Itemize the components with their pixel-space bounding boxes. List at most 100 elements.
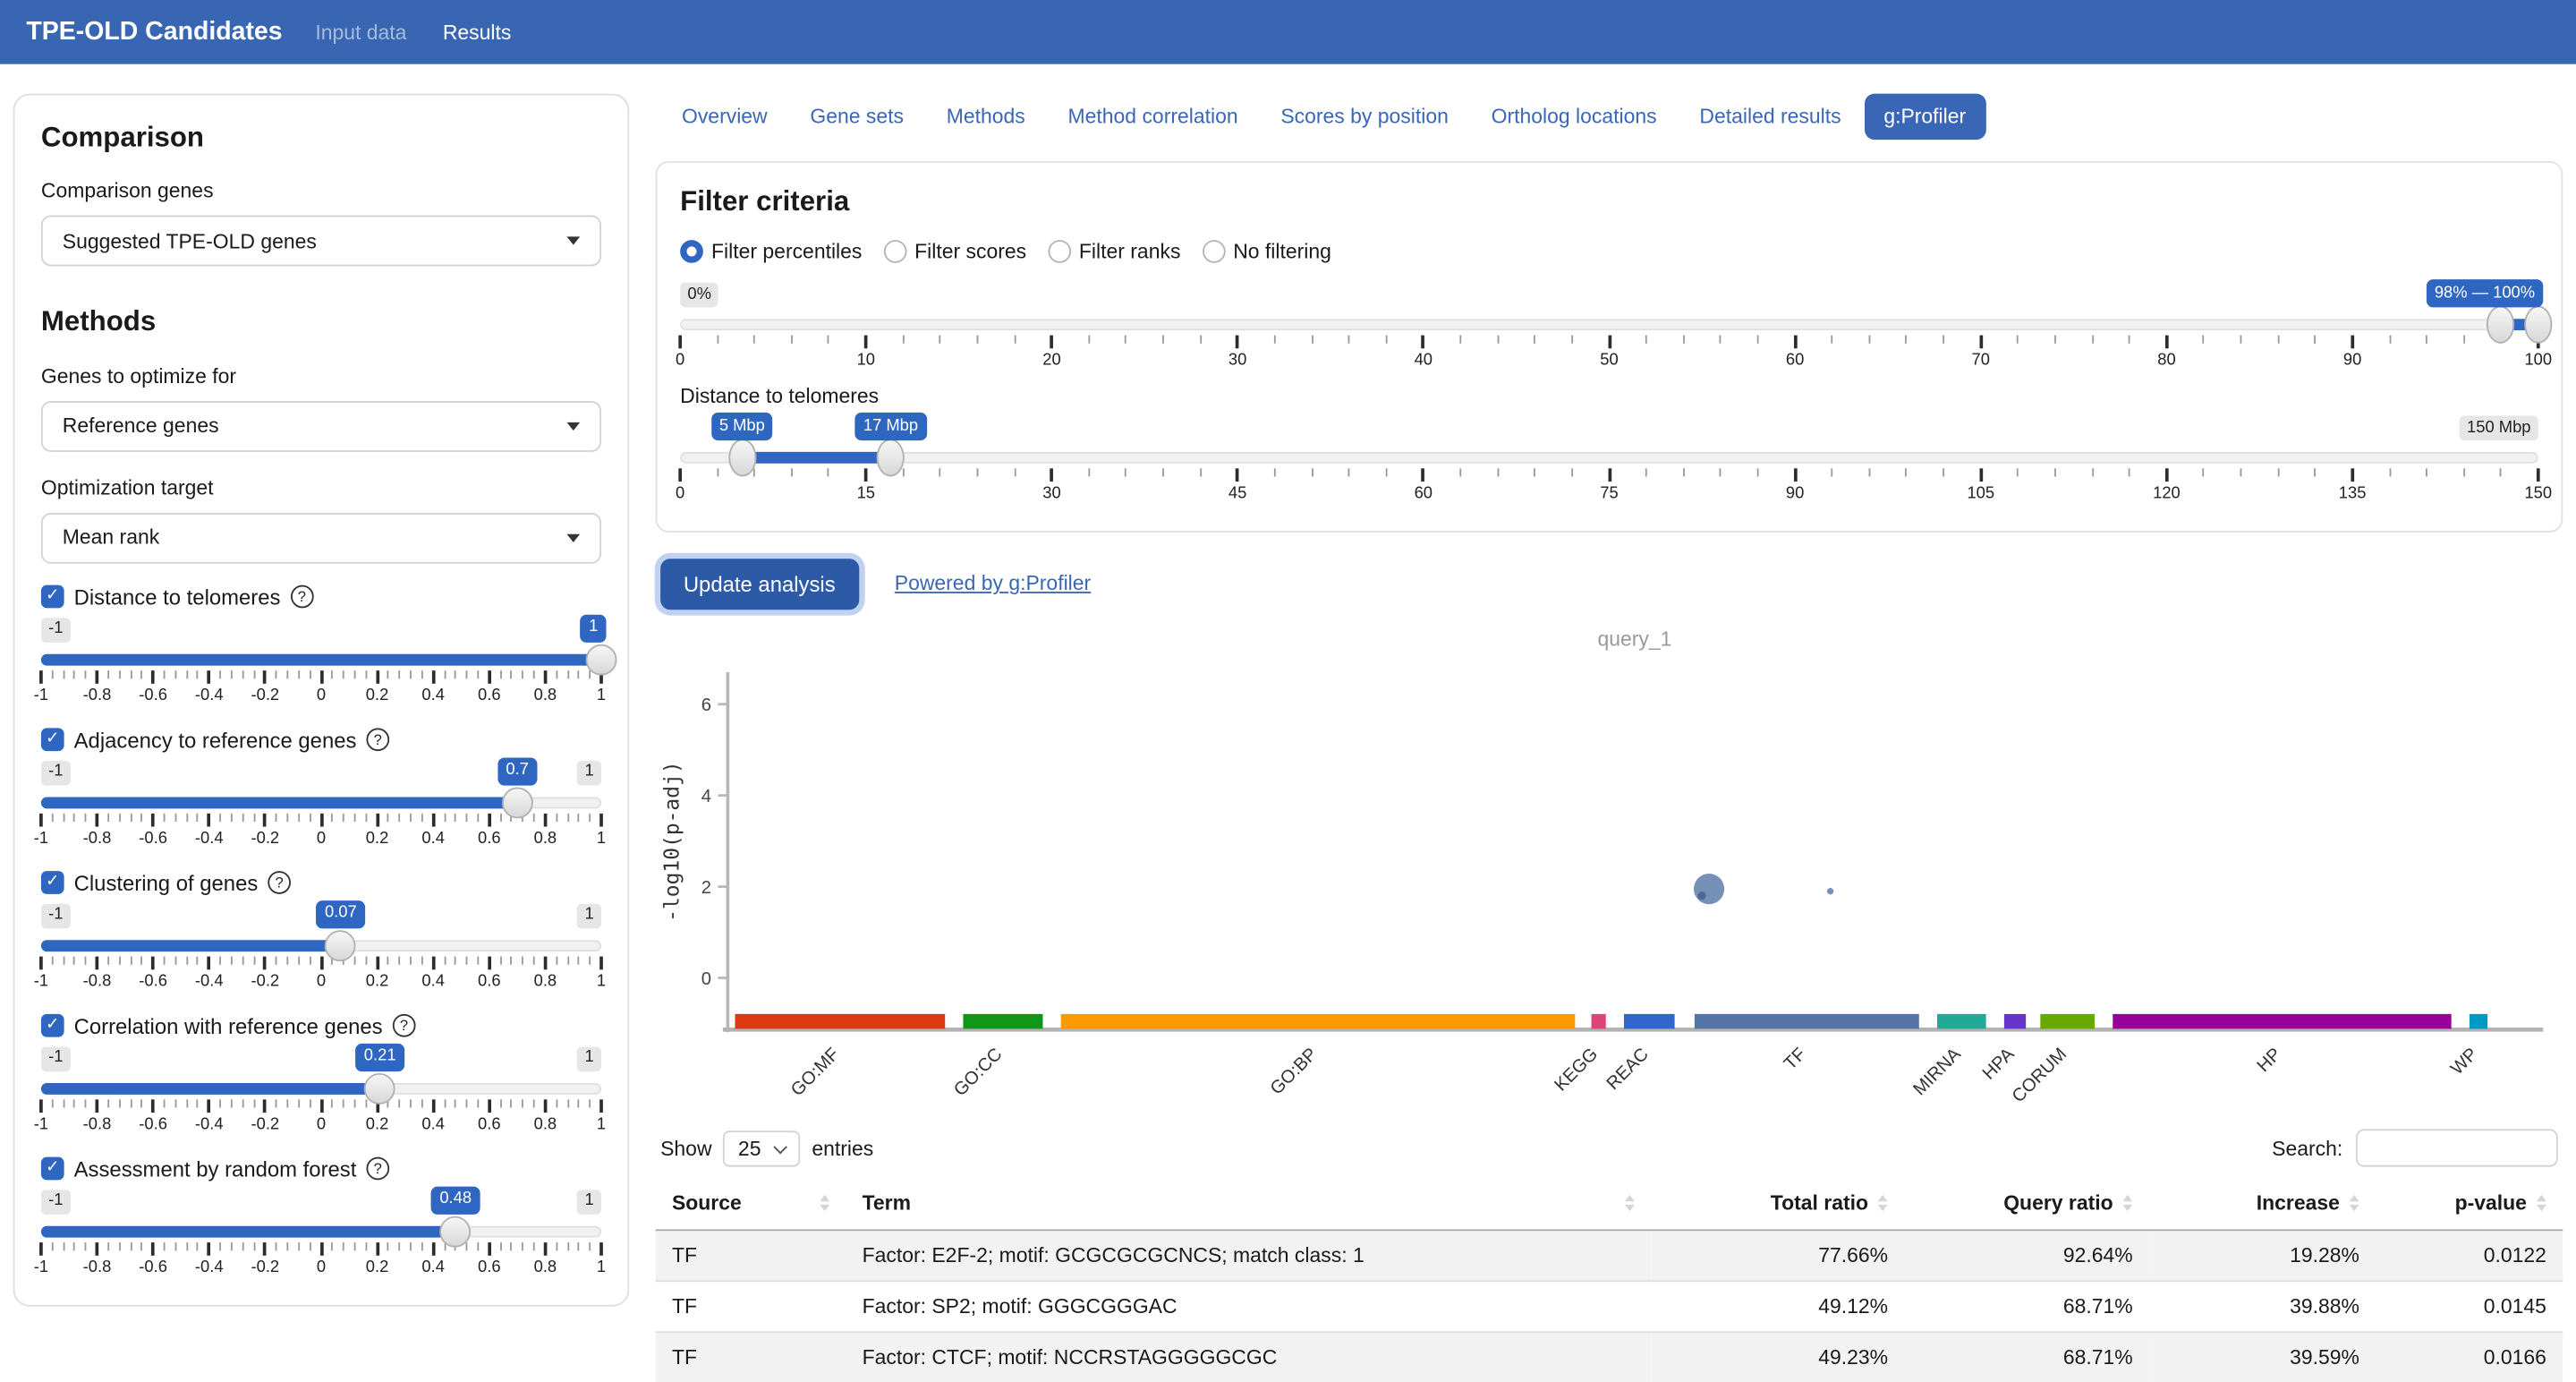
slider-track[interactable] (41, 1083, 601, 1095)
method-weight-slider[interactable]: -110.48-1-0.8-0.6-0.4-0.200.20.40.60.81 (41, 1186, 601, 1278)
help-icon[interactable]: ? (366, 729, 389, 752)
percentile-range-slider[interactable]: 0%98% — 100%0102030405060708090100 (680, 279, 2538, 371)
method-correlation-with-reference-genes: ✓Correlation with reference genes? -110.2… (41, 1013, 601, 1135)
radio-no-filtering[interactable]: No filtering (1202, 240, 1331, 263)
slider-tick-labels: -1-0.8-0.6-0.4-0.200.20.40.60.81 (41, 688, 601, 706)
tab-g-profiler[interactable]: g:Profiler (1864, 94, 1985, 140)
radio-icon (1048, 240, 1071, 263)
tick-label: 150 (2524, 486, 2552, 502)
target-select[interactable]: Mean rank (41, 512, 601, 563)
slider-handle[interactable] (502, 787, 533, 818)
sort-arrows-icon (1625, 1195, 1635, 1210)
tab-gene-sets[interactable]: Gene sets (790, 94, 923, 140)
powered-by-gprofiler-link[interactable]: Powered by g:Profiler (895, 572, 1091, 595)
method-weight-slider[interactable]: -11-1-0.8-0.6-0.4-0.200.20.40.60.81 (41, 614, 601, 706)
tab-method-correlation[interactable]: Method correlation (1048, 94, 1257, 140)
tab-overview[interactable]: Overview (662, 94, 787, 140)
gprofiler-manhattan-plot: query_1-log10(p-adj)0246GO:MFGO:CCGO:BPK… (656, 618, 2563, 1111)
slider-handle[interactable] (877, 439, 905, 476)
slider-handle[interactable] (2524, 306, 2552, 344)
radio-icon (1202, 240, 1225, 263)
slider-handle[interactable] (325, 930, 356, 961)
radio-filter-percentiles[interactable]: Filter percentiles (680, 240, 862, 263)
slider-handle[interactable] (586, 644, 617, 675)
slider-ticks (41, 1099, 601, 1114)
radio-filter-ranks[interactable]: Filter ranks (1048, 240, 1180, 263)
update-analysis-button[interactable]: Update analysis (660, 558, 858, 609)
method-checkbox-row[interactable]: ✓Assessment by random forest? (41, 1156, 601, 1182)
tick-label: 1 (597, 1117, 606, 1133)
slider-track[interactable] (41, 1225, 601, 1237)
column-header-query-ratio[interactable]: Query ratio (1904, 1182, 2149, 1230)
tab-methods[interactable]: Methods (927, 94, 1045, 140)
help-icon[interactable]: ? (291, 585, 314, 609)
column-header-increase[interactable]: Increase (2149, 1182, 2376, 1230)
svg-text:query_1: query_1 (1597, 627, 1671, 651)
column-header-p-value[interactable]: p-value (2376, 1182, 2563, 1230)
table-cell-source: TF (656, 1332, 846, 1382)
radio-filter-scores[interactable]: Filter scores (883, 240, 1026, 263)
sidebar: Comparison Comparison genes Suggested TP… (13, 94, 630, 1307)
slider-handle[interactable] (364, 1073, 395, 1105)
slider-handle[interactable] (728, 439, 756, 476)
sort-arrows-icon (820, 1195, 829, 1210)
column-header-total-ratio[interactable]: Total ratio (1652, 1182, 1905, 1230)
tick-label: 0 (317, 688, 326, 704)
tick-label: 0 (676, 486, 684, 502)
tick-label: 1 (597, 832, 606, 848)
comparison-genes-select[interactable]: Suggested TPE-OLD genes (41, 216, 601, 267)
slider-track[interactable] (41, 653, 601, 665)
tick-label: 0.8 (534, 974, 557, 990)
method-weight-slider[interactable]: -110.7-1-0.8-0.6-0.4-0.200.20.40.60.81 (41, 757, 601, 849)
method-checkbox-row[interactable]: ✓ Adjacency to reference genes? (41, 728, 601, 753)
svg-text:0: 0 (701, 969, 711, 989)
slider-handle[interactable] (2487, 306, 2515, 344)
nav-item-results[interactable]: Results (443, 21, 512, 44)
slider-max-badge: 1 (577, 761, 601, 786)
svg-text:CORUM: CORUM (2009, 1045, 2070, 1106)
checkbox-checked-icon[interactable]: ✓ (41, 1014, 64, 1037)
tick-label: 105 (1967, 486, 1994, 502)
table-cell-query-ratio: 92.64% (1904, 1230, 2149, 1281)
slider-track[interactable] (680, 452, 2538, 464)
help-icon[interactable]: ? (393, 1014, 416, 1037)
tick-label: 80 (2157, 354, 2175, 370)
slider-max-badge: 150 Mbp (2460, 416, 2538, 441)
slider-handle[interactable] (440, 1216, 472, 1247)
method-checkbox-row[interactable]: ✓Distance to telomeres? (41, 584, 601, 610)
slider-ticks (680, 468, 2538, 483)
slider-fill (41, 1225, 455, 1237)
tick-label: -0.8 (83, 974, 112, 990)
tab-detailed-results[interactable]: Detailed results (1679, 94, 1860, 140)
tick-label: -0.4 (195, 1117, 224, 1133)
column-header-source[interactable]: Source (656, 1182, 846, 1230)
slider-tick-labels: 0102030405060708090100 (680, 354, 2538, 371)
slider-track[interactable] (41, 940, 601, 951)
column-header-term[interactable]: Term (846, 1182, 1651, 1230)
slider-track[interactable] (680, 319, 2538, 330)
tick-label: 10 (857, 354, 875, 370)
method-checkbox-row[interactable]: ✓Correlation with reference genes? (41, 1013, 601, 1038)
radio-label: Filter ranks (1079, 240, 1181, 263)
checkbox-checked-icon[interactable]: ✓ (41, 872, 64, 895)
help-icon[interactable]: ? (366, 1157, 389, 1181)
tab-scores-by-position[interactable]: Scores by position (1261, 94, 1468, 140)
app-title: TPE-OLD Candidates (26, 17, 282, 47)
method-checkbox-row[interactable]: ✓Clustering of genes? (41, 871, 601, 896)
distance-range-slider[interactable]: 150 Mbp5 Mbp17 Mbp0153045607590105120135… (680, 413, 2538, 505)
method-label: Adjacency to reference genes (74, 728, 357, 753)
checkbox-checked-icon[interactable]: ✓ (41, 585, 64, 609)
method-weight-slider[interactable]: -110.21-1-0.8-0.6-0.4-0.200.20.40.60.81 (41, 1044, 601, 1136)
page-size-select[interactable]: 25 (723, 1130, 800, 1165)
checkbox-checked-icon[interactable]: ✓ (41, 1157, 64, 1181)
search-input[interactable] (2356, 1129, 2558, 1166)
main-content: OverviewGene setsMethodsMethod correlati… (656, 94, 2563, 1382)
checkbox-checked-icon[interactable]: ✓ (41, 729, 64, 752)
help-icon[interactable]: ? (268, 872, 291, 895)
tab-ortholog-locations[interactable]: Ortholog locations (1472, 94, 1677, 140)
table-cell-term: Factor: CTCF; motif: NCCRSTAGGGGGCGC (846, 1332, 1651, 1382)
optimize-select[interactable]: Reference genes (41, 401, 601, 452)
nav-item-input-data[interactable]: Input data (315, 21, 406, 44)
method-weight-slider[interactable]: -110.07-1-0.8-0.6-0.4-0.200.20.40.60.81 (41, 900, 601, 993)
tick-label: 30 (1042, 486, 1060, 502)
